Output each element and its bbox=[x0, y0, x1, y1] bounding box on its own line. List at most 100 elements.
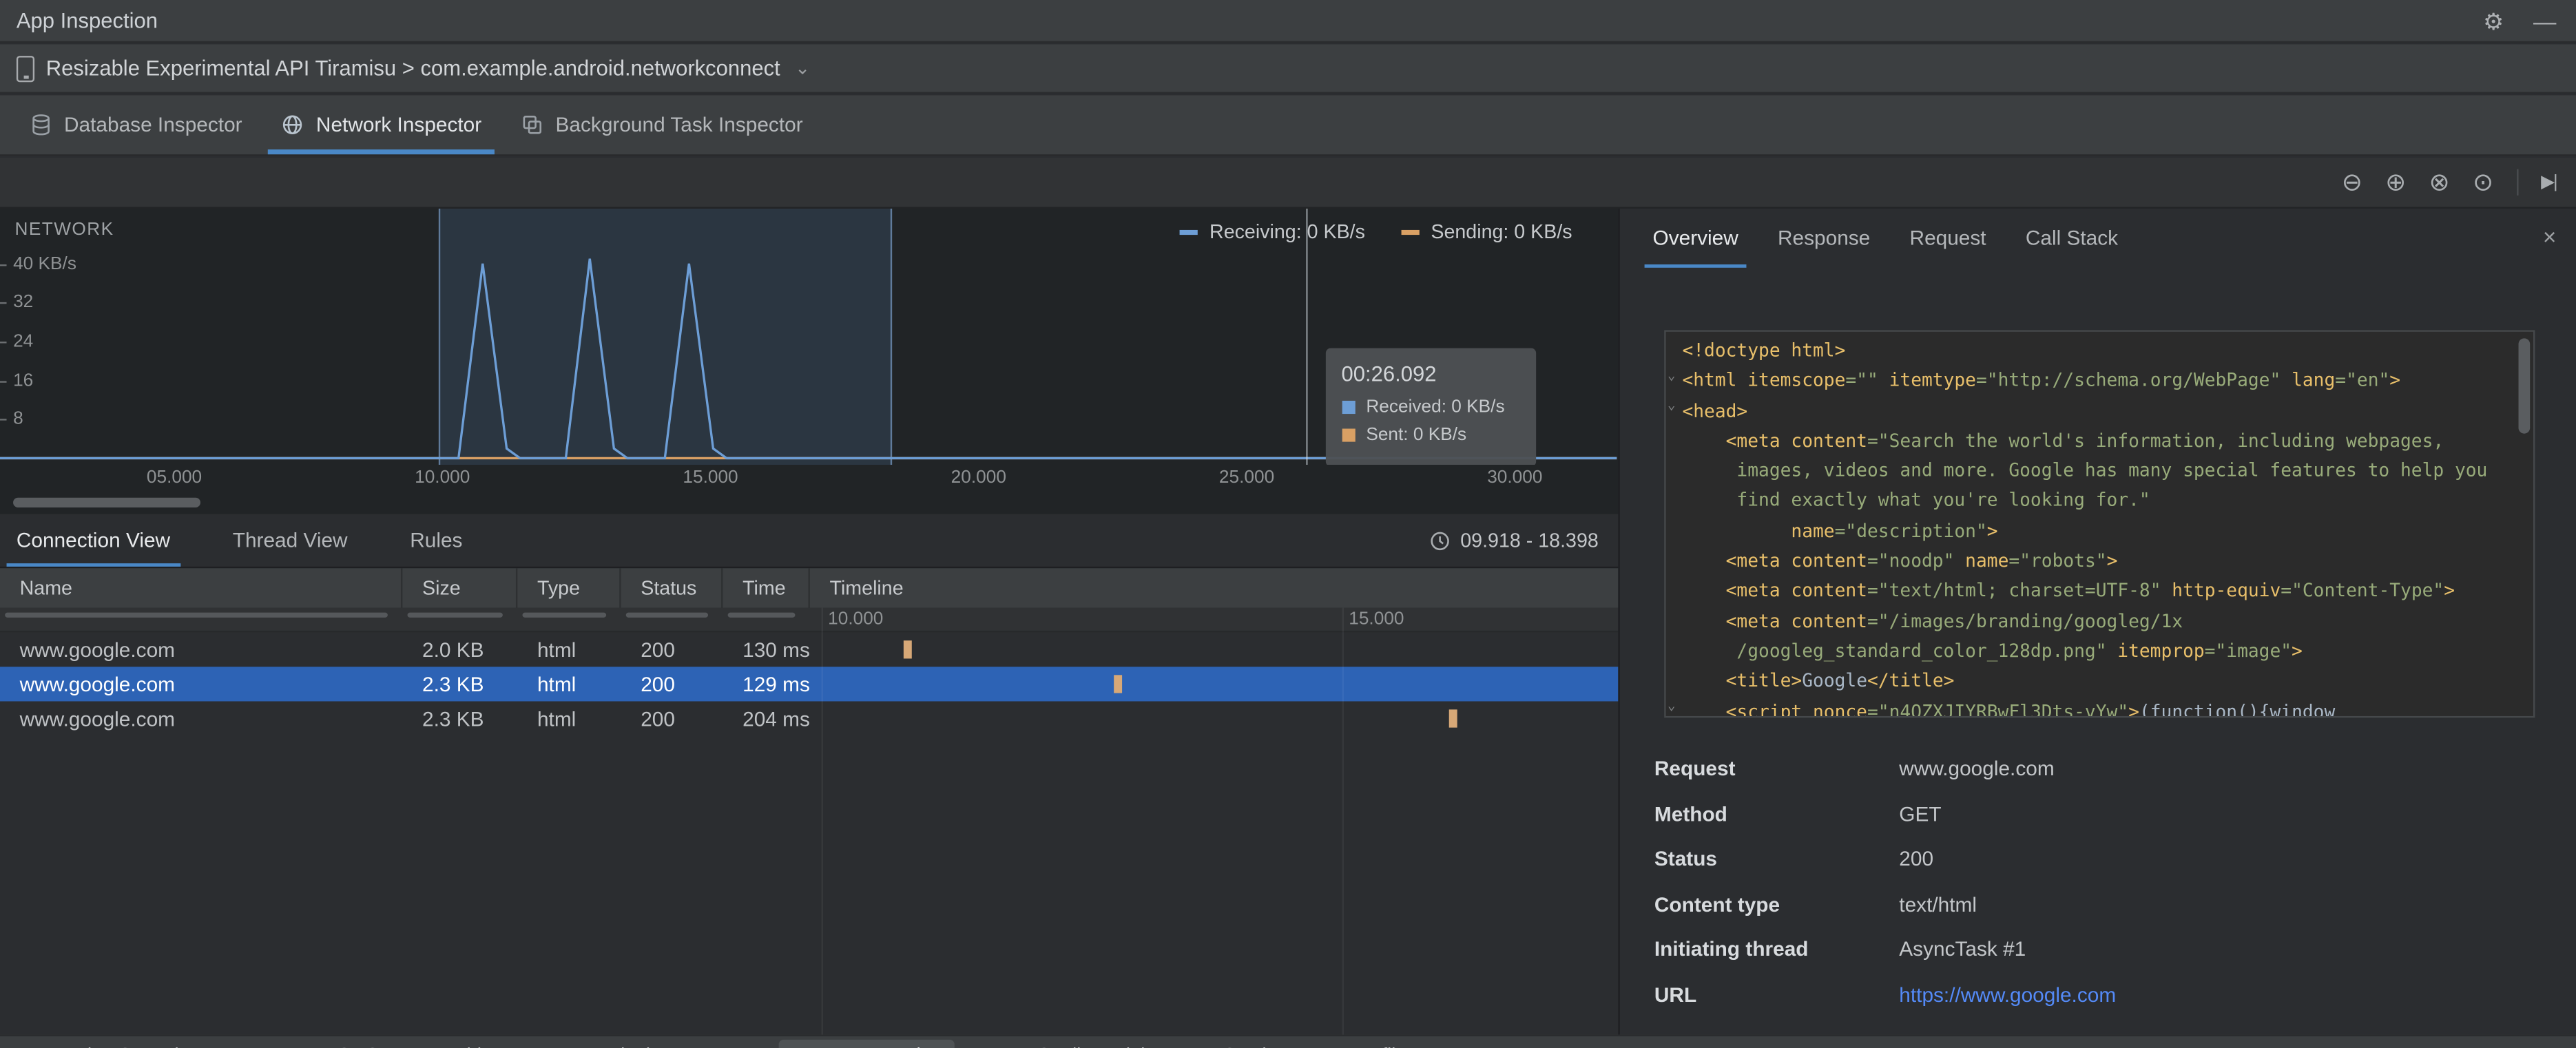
detail-row-method: Method GET bbox=[1654, 802, 1942, 826]
tool-window-button[interactable]: ⚠ Problems bbox=[399, 1040, 530, 1048]
cell-time: 130 ms bbox=[742, 638, 810, 662]
clock-icon bbox=[1431, 531, 1449, 549]
request-details: Request www.google.com Method GET Status… bbox=[1654, 757, 2559, 1029]
timeline-tick-label: 15.000 bbox=[1349, 609, 1404, 629]
column-header-timeline[interactable]: Timeline bbox=[810, 568, 1619, 607]
chevron-down-icon[interactable]: ⌄ bbox=[795, 57, 810, 79]
cell-timeline bbox=[810, 667, 1619, 701]
tool-window-icon: >_ bbox=[550, 1045, 570, 1048]
column-header-time[interactable]: Time bbox=[723, 568, 810, 608]
connection-tab-rules[interactable]: Rules bbox=[410, 514, 462, 567]
connection-tab-connection-view[interactable]: Connection View bbox=[6, 514, 180, 567]
column-grip bbox=[727, 612, 796, 618]
cell-timeline bbox=[810, 632, 1619, 667]
code-line: <head> bbox=[1682, 400, 1748, 422]
zoom-out-button[interactable]: ⊖ bbox=[2342, 170, 2362, 195]
device-icon bbox=[16, 54, 35, 82]
cell-status: 200 bbox=[641, 672, 675, 696]
column-header-size[interactable]: Size bbox=[402, 568, 518, 608]
column-grip bbox=[407, 612, 503, 618]
y-axis-tick: 40 KB/s bbox=[0, 253, 76, 274]
url-link[interactable]: https://www.google.com bbox=[1899, 984, 2116, 1007]
zoom-in-button[interactable]: ⊕ bbox=[2385, 170, 2406, 195]
hide-icon[interactable]: — bbox=[2533, 8, 2556, 34]
tool-window-button[interactable]: ✓ App Quality Insights bbox=[962, 1040, 1179, 1048]
zoom-to-selection-button[interactable]: ⊙ bbox=[2473, 170, 2493, 195]
response-preview[interactable]: ⌄ ⌄ ⌄ <!doctype html> <html itemscope="" … bbox=[1664, 330, 2535, 718]
tool-window-button[interactable]: ◷ Profiler bbox=[1316, 1040, 1426, 1048]
tool-window-button[interactable]: >_ Terminal bbox=[537, 1040, 663, 1048]
column-grip bbox=[522, 612, 607, 618]
network-chart: NETWORK 40 KB/s 32 24 16 8 Receiving: 0 KB/s… bbox=[0, 208, 1619, 514]
chart-tooltip-line bbox=[1305, 208, 1307, 465]
reset-zoom-button[interactable]: ⊗ bbox=[2429, 170, 2450, 195]
process-selector[interactable]: Resizable Experimental API Tiramisu > co… bbox=[46, 56, 780, 81]
tool-window-button[interactable]: ▶ Run bbox=[198, 1040, 282, 1048]
code-line: <meta content="/images/branding/googleg/… bbox=[1682, 610, 2183, 632]
tool-window-icon: ☑ bbox=[301, 1045, 318, 1048]
inspector-tab-network[interactable]: Network Inspector bbox=[262, 95, 501, 155]
timeline-ticks-row: 10.000 15.000 bbox=[0, 607, 1619, 633]
y-axis-tick: 32 bbox=[0, 293, 34, 313]
tool-window-icon: ⚙ bbox=[1199, 1045, 1216, 1048]
x-axis-tick: 30.000 bbox=[1487, 468, 1543, 488]
detail-tab-request[interactable]: Request bbox=[1910, 209, 1986, 268]
profiler-toolbar: ⊖ ⊕ ⊗ ⊙ ▶| bbox=[0, 157, 2576, 209]
x-axis-tick: 05.000 bbox=[146, 468, 202, 488]
connection-row[interactable]: www.google.com 2.0 KB html 200 130 ms bbox=[0, 632, 1618, 667]
chart-legend: Receiving: 0 KB/s Sending: 0 KB/s bbox=[1180, 220, 1572, 243]
tool-window-label: Logcat bbox=[702, 1045, 758, 1048]
tool-window-label: App Inspection bbox=[817, 1045, 942, 1048]
network-inspector-left-pane: NETWORK 40 KB/s 32 24 16 8 Receiving: 0 KB/s… bbox=[0, 208, 1619, 1035]
detail-row-request: Request www.google.com bbox=[1654, 757, 2055, 780]
detail-row-status: Status 200 bbox=[1654, 848, 1934, 871]
x-axis-tick: 10.000 bbox=[415, 468, 470, 488]
tool-window-button[interactable]: ≡ Logcat bbox=[670, 1040, 772, 1048]
cell-size: 2.3 KB bbox=[422, 706, 484, 731]
connection-row[interactable]: www.google.com 2.3 KB html 200 129 ms bbox=[0, 667, 1619, 702]
fold-icon[interactable]: ⌄ bbox=[1668, 698, 1676, 713]
code-scrollbar[interactable] bbox=[2517, 335, 2531, 713]
column-header-type[interactable]: Type bbox=[517, 568, 621, 608]
scrollbar-thumb[interactable] bbox=[2518, 338, 2531, 434]
column-header-name[interactable]: Name bbox=[0, 568, 403, 608]
fold-icon[interactable]: ⌄ bbox=[1668, 368, 1676, 382]
tooltip-received-row: Received: 0 KB/s bbox=[1341, 397, 1519, 417]
close-icon[interactable]: × bbox=[2543, 223, 2557, 249]
timeline-marker bbox=[904, 640, 912, 659]
tool-window-button[interactable]: ☑ TODO bbox=[288, 1040, 393, 1048]
code-line: name="description"> bbox=[1682, 520, 1998, 542]
code-line: <!doctype html> bbox=[1682, 339, 1846, 361]
tool-window-label: Run bbox=[233, 1045, 268, 1048]
column-grip bbox=[5, 612, 388, 618]
timeline-marker bbox=[1114, 675, 1123, 693]
tool-window-button[interactable]: ⇅ Version Control bbox=[13, 1040, 192, 1048]
detail-tab-response[interactable]: Response bbox=[1778, 209, 1870, 268]
network-chart-plot[interactable]: NETWORK 40 KB/s 32 24 16 8 Receiving: 0 KB/s… bbox=[0, 208, 1618, 465]
column-header-status[interactable]: Status bbox=[621, 568, 723, 608]
selected-time-range: 09.918 - 18.398 bbox=[1429, 529, 1599, 552]
tool-window-icon: ▦ bbox=[791, 1045, 809, 1048]
tool-window-button[interactable]: ⚙ Services bbox=[1185, 1040, 1309, 1048]
code-line: find exactly what you're looking for." bbox=[1682, 490, 2150, 512]
connection-tab-thread-view[interactable]: Thread View bbox=[233, 514, 348, 567]
cell-name: www.google.com bbox=[19, 638, 176, 662]
detail-tab-call-stack[interactable]: Call Stack bbox=[2026, 209, 2118, 268]
tab-label: Database Inspector bbox=[64, 113, 242, 136]
y-axis-tick: 24 bbox=[0, 331, 34, 352]
code-lines: <!doctype html> <html itemscope="" itemty… bbox=[1682, 337, 2510, 716]
tab-label: Network Inspector bbox=[315, 113, 482, 136]
gear-icon[interactable]: ⚙ bbox=[2483, 8, 2504, 36]
tool-window-button[interactable]: ▦ App Inspection bbox=[778, 1039, 955, 1048]
inspector-tab-background-task[interactable]: Background Task Inspector bbox=[501, 95, 822, 154]
chart-horizontal-scrollbar[interactable] bbox=[13, 497, 200, 508]
fold-icon[interactable]: ⌄ bbox=[1668, 397, 1676, 412]
connection-row[interactable]: www.google.com 2.3 KB html 200 204 ms bbox=[0, 701, 1618, 735]
cell-status: 200 bbox=[641, 706, 675, 731]
receiving-swatch bbox=[1180, 229, 1198, 234]
tool-window-icon: ⇅ bbox=[26, 1045, 41, 1048]
inspector-tab-database[interactable]: Database Inspector bbox=[10, 95, 262, 154]
tool-window-icon: ▶ bbox=[211, 1045, 225, 1048]
go-live-button[interactable]: ▶| bbox=[2541, 172, 2558, 191]
detail-tab-overview[interactable]: Overview bbox=[1644, 209, 1747, 268]
